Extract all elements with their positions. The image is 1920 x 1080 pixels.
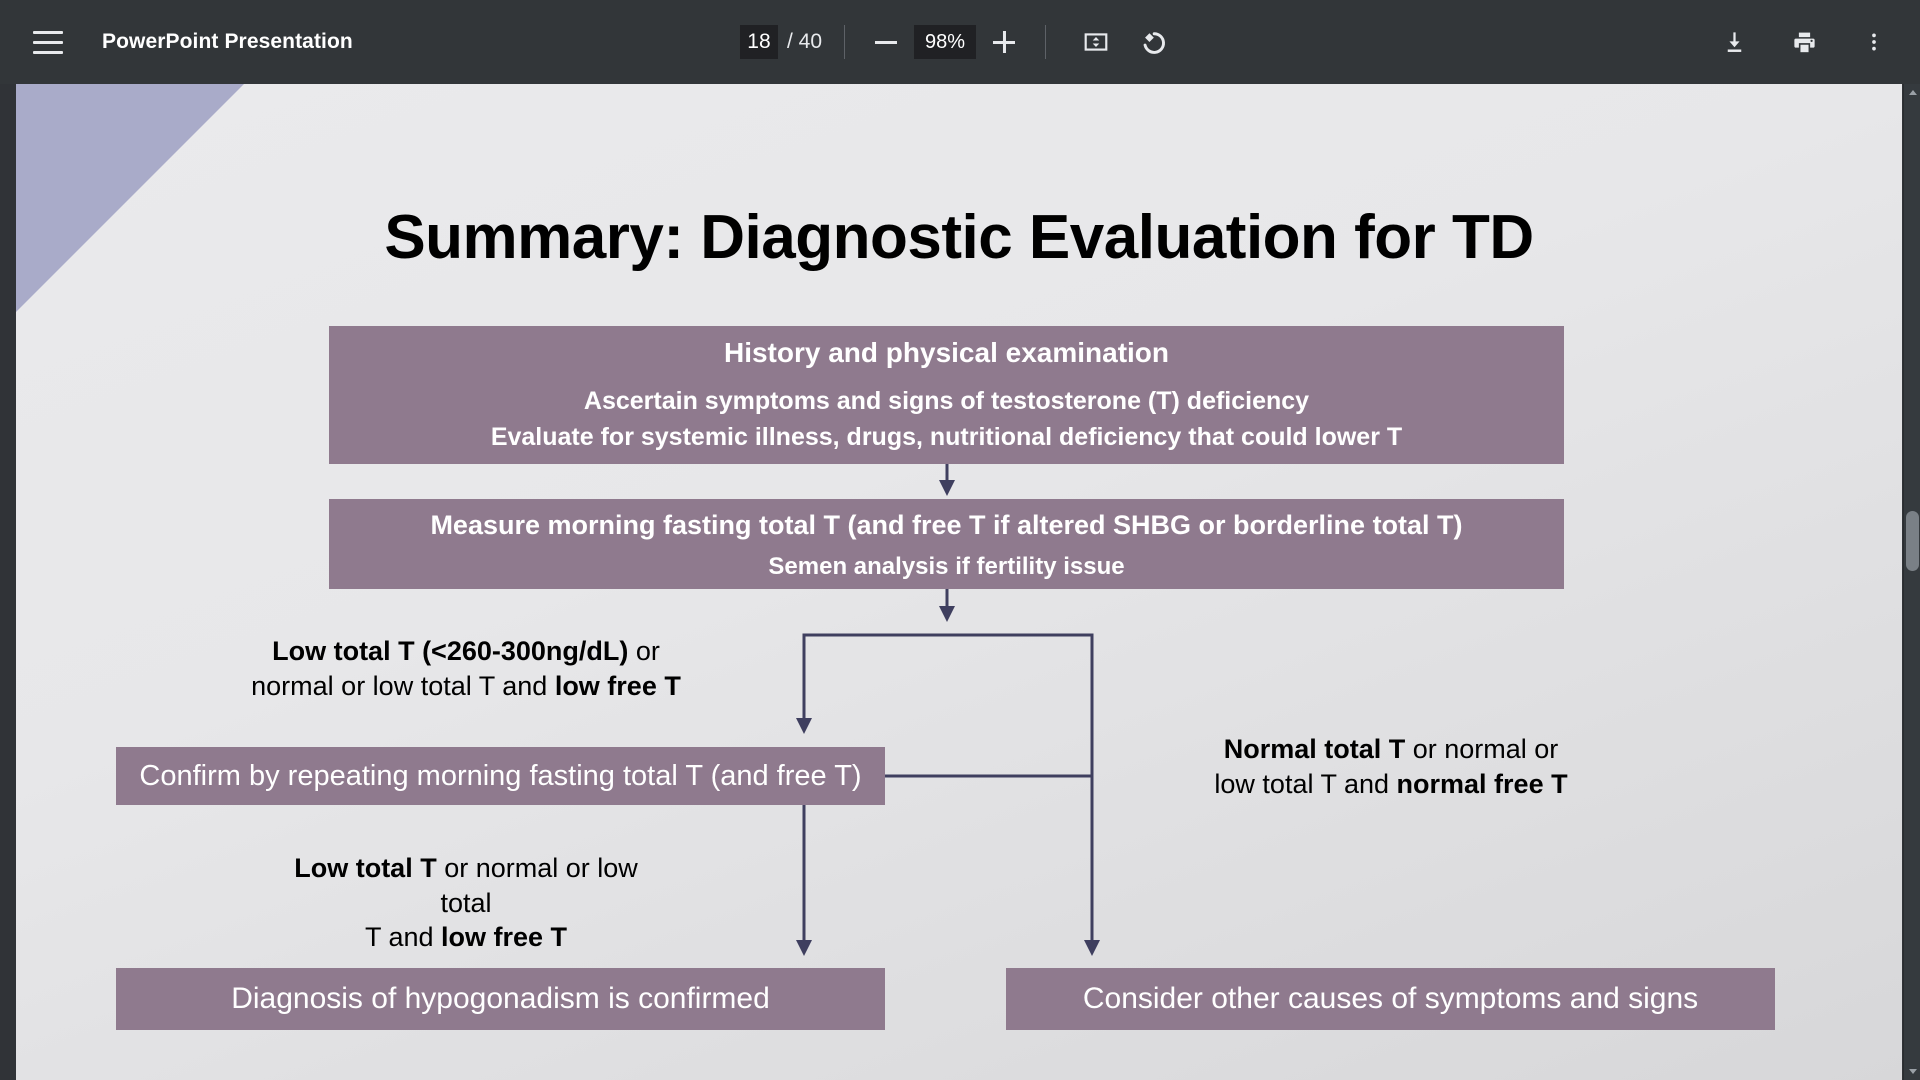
pdf-viewer-area: Summary: Diagnostic Evaluation for TD Hi… [0,84,1920,1080]
menu-bar-1 [33,30,63,34]
confirm-text: Confirm by repeating morning fasting tot… [139,759,862,792]
viewer-center-controls: 18 / 40 98% [739,0,1180,84]
branch-mid-bold-1: Low total T [294,853,437,883]
scroll-down-glyph [1908,1069,1917,1074]
scroll-up-arrow-icon[interactable] [1904,84,1920,101]
flow-box-diagnosis: Diagnosis of hypogonadism is confirmed [116,968,885,1030]
menu-bar-3 [33,50,63,54]
page-number-input[interactable]: 18 [739,25,778,59]
branch-left-bold-1: Low total T (<260-300ng/dL) [272,636,629,666]
scroll-down-arrow-icon[interactable] [1904,1063,1920,1080]
minus-bar [875,40,898,44]
history-line-2: Evaluate for systemic illness, drugs, nu… [490,422,1403,451]
branch-label-left-line-2: normal or low total T and low free T [246,669,686,704]
diagnosis-text: Diagnosis of hypogonadism is confirmed [231,982,770,1016]
branch-mid-plain-2: T and [364,922,442,953]
branch-left-plain-2: normal or low total T and [251,670,555,701]
toolbar-divider-1 [844,25,846,59]
branch-mid-plain-1: or normal or low total [436,853,638,918]
print-icon[interactable] [1782,20,1826,64]
scroll-up-glyph [1908,90,1917,95]
measure-lead: Measure morning fasting total T (and fre… [430,510,1463,541]
zoom-in-icon[interactable] [985,23,1023,61]
measure-sub: Semen analysis if fertility issue [768,552,1125,580]
branch-label-left-line-1: Low total T (<260-300ng/dL) or [246,634,686,669]
flow-box-confirm: Confirm by repeating morning fasting tot… [116,747,885,805]
history-lead: History and physical examination [723,336,1170,368]
branch-label-middle-line-1: Low total T or normal or low total [286,851,646,920]
fit-to-page-icon[interactable] [1074,20,1118,64]
plus-bar-v [1002,31,1006,53]
hamburger-menu-icon[interactable] [24,18,72,66]
branch-label-middle: Low total T or normal or low total T and… [286,851,646,955]
branch-label-right: Normal total T or normal or low total T … [1171,732,1611,801]
zoom-out-icon[interactable] [867,23,905,61]
branch-label-right-line-2: low total T and normal free T [1171,767,1611,802]
history-line-1: Ascertain symptoms and signs of testoste… [583,387,1310,416]
branch-right-plain-1: or normal or [1405,734,1559,764]
pdf-viewer-toolbar: PowerPoint Presentation 18 / 40 98% [0,0,1920,84]
branch-right-bold-2: normal free T [1396,768,1568,799]
menu-bar-2 [33,40,63,44]
scrollbar-thumb[interactable] [1906,511,1919,571]
page-total-label: / 40 [786,30,823,53]
branch-mid-bold-2: low free T [441,922,568,953]
flow-box-history: History and physical examination Ascerta… [329,326,1564,464]
branch-label-middle-line-2: T and low free T [286,920,646,955]
toolbar-right-tools [1706,0,1902,84]
slide-page: Summary: Diagnostic Evaluation for TD Hi… [16,84,1902,1080]
document-title: PowerPoint Presentation [102,30,353,53]
download-icon[interactable] [1712,20,1756,64]
toolbar-divider-2 [1045,25,1047,59]
flow-box-consider: Consider other causes of symptoms and si… [1006,968,1775,1030]
flow-box-measure: Measure morning fasting total T (and fre… [329,499,1564,589]
consider-text: Consider other causes of symptoms and si… [1082,982,1699,1016]
rotate-counterclockwise-icon[interactable] [1130,20,1174,64]
branch-label-left: Low total T (<260-300ng/dL) or normal or… [246,634,686,703]
zoom-level-value[interactable]: 98% [914,25,977,59]
branch-left-plain-1: or [628,636,660,666]
branch-right-plain-2: low total T and [1214,768,1397,799]
more-vertical-icon[interactable] [1852,20,1896,64]
branch-label-right-line-1: Normal total T or normal or [1171,732,1611,767]
branch-left-bold-2: low free T [554,670,681,701]
branch-right-bold-1: Normal total T [1223,734,1406,764]
vertical-scrollbar[interactable] [1903,84,1920,1080]
